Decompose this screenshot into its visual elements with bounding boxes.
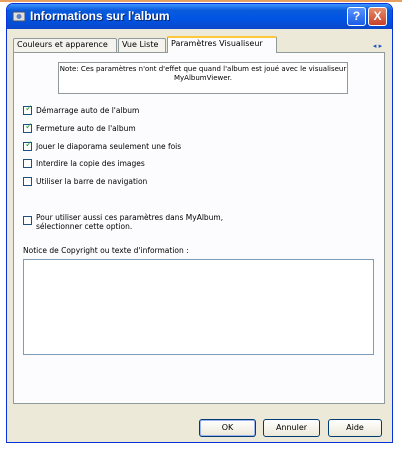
help-title-button[interactable]: ? — [347, 7, 366, 26]
checkmark-icon: ✓ — [25, 122, 33, 132]
checkbox-label: Utiliser la barre de navigation — [36, 177, 148, 186]
checkbox-label: Démarrage auto de l'album — [36, 106, 140, 115]
checkbox-box[interactable]: ✓ — [23, 140, 33, 151]
checkbox-label: Pour utiliser aussi ces paramètres dans … — [36, 213, 224, 231]
cancel-button[interactable]: Annuler — [263, 419, 320, 437]
title-bar[interactable]: Informations sur l'album ? X — [7, 4, 392, 29]
top-accent-line — [0, 0, 402, 2]
ok-button[interactable]: OK — [199, 419, 256, 437]
copyright-textarea[interactable] — [23, 259, 374, 355]
checkmark-icon: ✓ — [25, 140, 33, 150]
checkbox-box[interactable] — [23, 159, 32, 168]
checkbox-box[interactable]: ✓ — [23, 122, 33, 133]
tab-couleurs[interactable]: Couleurs et apparence — [13, 38, 117, 52]
tab-vue-liste[interactable]: Vue Liste — [118, 38, 166, 52]
copyright-label: Notice de Copyright ou texte d'informati… — [23, 246, 189, 255]
checkbox-label: Interdire la copie des images — [36, 159, 145, 168]
dialog-window: Informations sur l'album ? X Couleurs et… — [6, 3, 393, 443]
help-button[interactable]: Aide — [328, 419, 382, 437]
viewer-note: Note: Ces paramètres n'ont d'effet que q… — [58, 62, 348, 94]
tab-parametres-visualiseur[interactable]: Paramètres Visualiseur — [167, 36, 277, 53]
checkbox-box[interactable] — [23, 216, 32, 225]
checkbox-box[interactable]: ✓ — [23, 104, 33, 115]
window-title: Informations sur l'album — [30, 9, 170, 23]
checkbox-label: Fermeture auto de l'album — [36, 124, 136, 133]
album-icon — [12, 11, 26, 22]
checkbox-box[interactable] — [23, 177, 32, 186]
tab-panel: Note: Ces paramètres n'ont d'effet que q… — [13, 52, 385, 404]
checkbox-label: Jouer le diaporama seulement une fois — [36, 142, 182, 151]
close-button[interactable]: X — [368, 7, 387, 26]
checkmark-icon: ✓ — [25, 104, 33, 114]
tab-scroll-arrows-icon[interactable]: ◂ ▸ — [369, 41, 386, 51]
